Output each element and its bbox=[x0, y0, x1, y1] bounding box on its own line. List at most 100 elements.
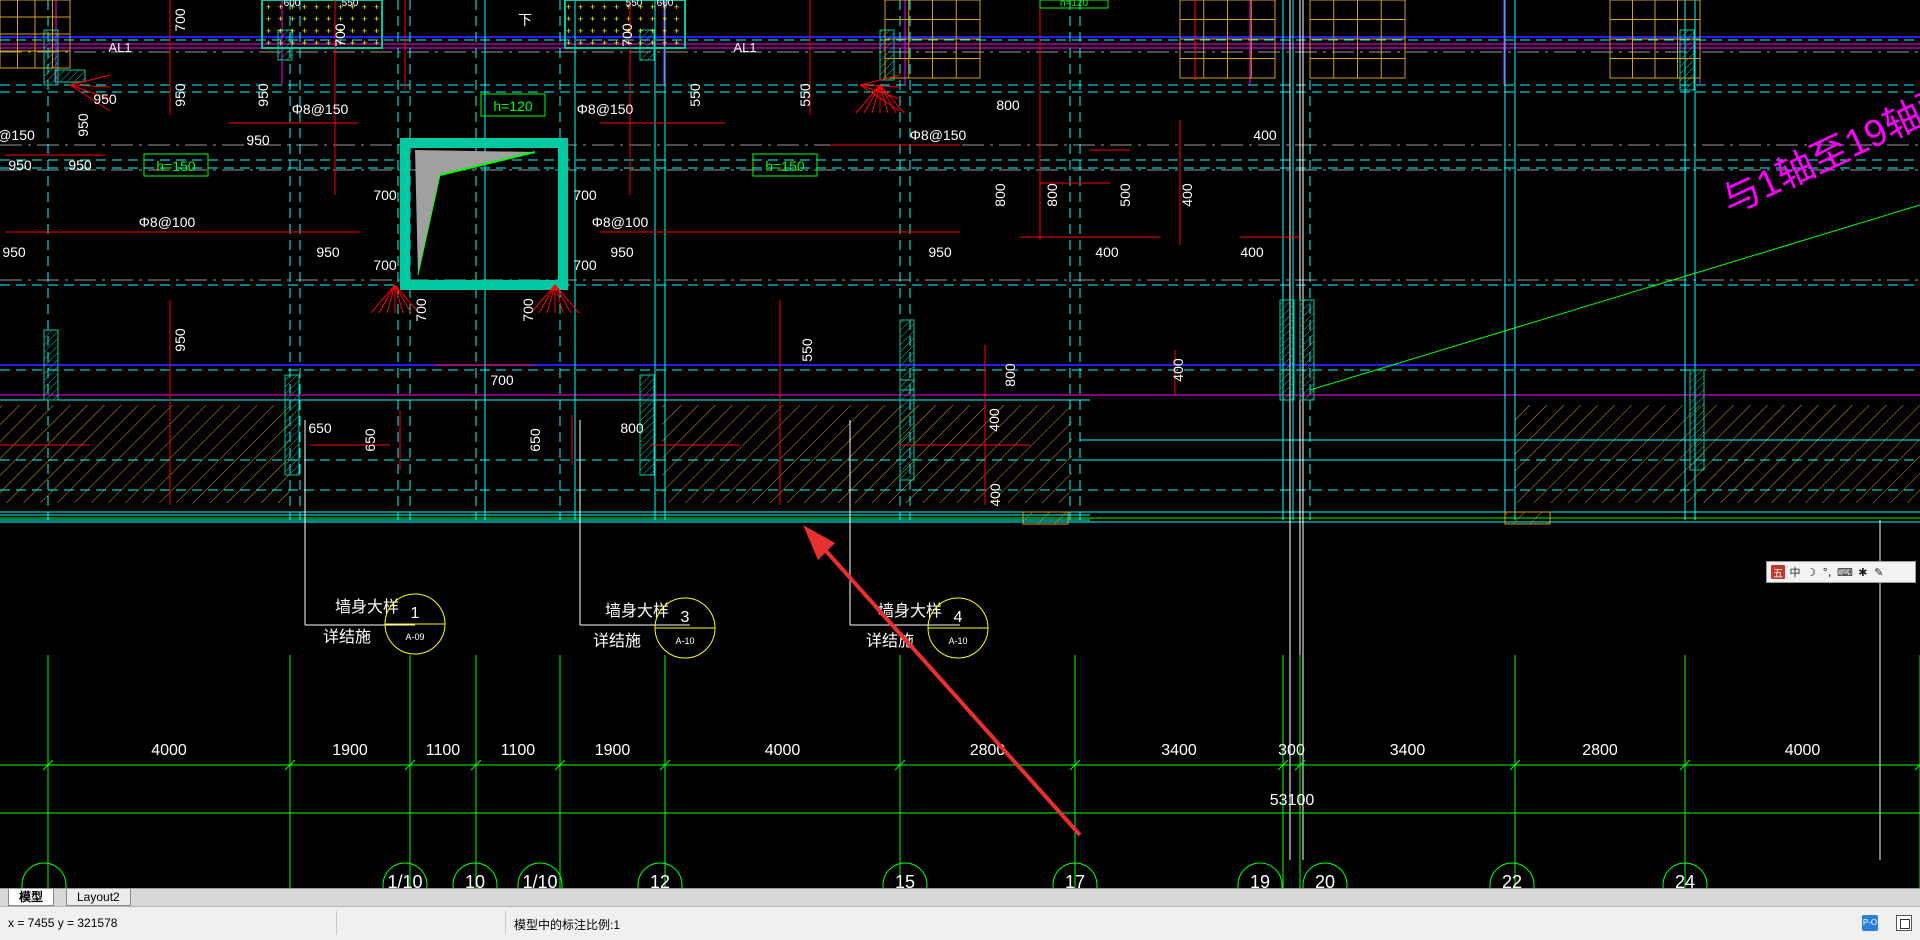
axis-dimension-text: 1100 bbox=[426, 742, 461, 759]
callout-sub-label: 详结施 bbox=[323, 628, 371, 646]
top-label: 550 bbox=[626, 0, 643, 9]
dimension-text: 950 bbox=[172, 328, 188, 352]
dimension-text: 650 bbox=[362, 428, 378, 452]
shear-wall bbox=[1689, 369, 1705, 471]
shear-wall bbox=[1299, 299, 1315, 401]
shear-wall bbox=[284, 374, 300, 476]
dimension-text: 550 bbox=[797, 83, 813, 107]
dimension-text: 500 bbox=[1117, 183, 1133, 207]
dimension-text: 550 bbox=[799, 338, 815, 362]
dimension-text: 700 bbox=[413, 298, 429, 322]
slab-thickness-label: h=120 bbox=[493, 98, 533, 114]
rebar-label: Φ8@150 bbox=[292, 101, 349, 117]
status-bar: x = 7455 y = 321578 模型中的标注比例:1 P-O bbox=[0, 906, 1920, 940]
elevator-fill bbox=[415, 150, 535, 275]
annotation-text: 与1轴至19轴配筋 bbox=[1716, 62, 1920, 223]
dimension-text: 400 bbox=[1170, 358, 1186, 382]
dimension-text: 700 bbox=[373, 257, 397, 273]
slab-thickness-label: h=150 bbox=[765, 158, 805, 174]
tab-layout2[interactable]: Layout2 bbox=[66, 889, 131, 906]
status-toggle-button[interactable]: P-O bbox=[1862, 915, 1878, 931]
top-label: 600 bbox=[657, 0, 674, 9]
dimension-text: 400 bbox=[987, 483, 1003, 507]
axis-dimension-text: 4000 bbox=[1785, 742, 1821, 759]
red-arrow-shaft bbox=[808, 531, 1082, 837]
shear-wall bbox=[899, 319, 915, 391]
axis-dimension-text: 1100 bbox=[501, 742, 536, 759]
dimension-text: 950 bbox=[2, 244, 26, 260]
shear-wall bbox=[43, 329, 59, 401]
callout-sheet: A-09 bbox=[405, 632, 424, 642]
callout-sub-label: 详结施 bbox=[593, 632, 641, 650]
dimension-text: 950 bbox=[928, 244, 952, 260]
dimension-text: 800 bbox=[620, 420, 644, 436]
axis-dimension-text: 2800 bbox=[1582, 742, 1618, 759]
dimension-text: 800 bbox=[1044, 183, 1060, 207]
dimension-text: 700 bbox=[172, 8, 188, 32]
dimension-text: 400 bbox=[1253, 127, 1277, 143]
small-hatch bbox=[1504, 511, 1551, 525]
rebar-label: Φ8@100 bbox=[139, 214, 196, 230]
hatched-area bbox=[662, 405, 1072, 503]
moon-icon[interactable]: ☽ bbox=[1805, 564, 1817, 580]
callout-label: 墙身大样 bbox=[605, 602, 669, 620]
dimension-text: 700 bbox=[490, 372, 514, 388]
layout-tabs: 模型 Layout2 bbox=[0, 888, 1920, 907]
dimension-text: 950 bbox=[316, 244, 340, 260]
dimension-text: 950 bbox=[610, 244, 634, 260]
axis-dimension-text: 300 bbox=[1278, 742, 1305, 759]
hatched-area bbox=[0, 405, 290, 503]
status-divider bbox=[336, 911, 337, 935]
top-label: 600 bbox=[284, 0, 301, 9]
cad-drawing[interactable]: +950950950950950950950950950950950950550… bbox=[0, 0, 1920, 892]
dimension-text: 800 bbox=[996, 97, 1020, 113]
stair-label: 下 bbox=[518, 12, 532, 28]
rebar-label: Φ8@150 bbox=[910, 127, 967, 143]
hatched-area bbox=[1515, 405, 1920, 503]
settings-icon[interactable]: ✱ bbox=[1857, 564, 1869, 580]
ime-toolbar[interactable]: 五 中 ☽ °, ⌨ ✱ ✎ bbox=[1766, 561, 1916, 583]
dimension-text: 950 bbox=[172, 83, 188, 107]
dotted-block bbox=[261, 0, 383, 49]
slab-thickness-label: h=120 bbox=[1060, 0, 1089, 9]
axis-dimension-text: 1900 bbox=[595, 742, 631, 759]
callout-label: 墙身大样 bbox=[335, 598, 399, 616]
dimension-text: 800 bbox=[1002, 363, 1018, 387]
dimension-text: 700 bbox=[332, 23, 348, 47]
rebar-label: Φ8@150 bbox=[577, 101, 634, 117]
wrench-icon[interactable]: ✎ bbox=[1873, 564, 1885, 580]
dimension-text: 550 bbox=[687, 83, 703, 107]
slab-thickness-label: h=150 bbox=[156, 158, 196, 174]
axis-dimension-text: 4000 bbox=[151, 742, 187, 759]
dimension-text: 950 bbox=[8, 157, 32, 173]
dimension-text: 650 bbox=[308, 420, 332, 436]
dimension-text: 400 bbox=[1179, 183, 1195, 207]
shear-wall bbox=[899, 379, 915, 481]
diagonal-line bbox=[1309, 204, 1920, 391]
top-label: 550 bbox=[342, 0, 359, 9]
callout-sheet: A-10 bbox=[948, 636, 967, 646]
ime-mode-toggle[interactable]: 中 bbox=[1789, 564, 1801, 580]
dimension-text: 700 bbox=[573, 257, 597, 273]
dimension-text: 950 bbox=[93, 91, 117, 107]
dimension-text: 950 bbox=[68, 157, 92, 173]
dimension-text: 650 bbox=[527, 428, 543, 452]
drawing-canvas[interactable]: +950950950950950950950950950950950950550… bbox=[0, 0, 1920, 892]
keyboard-icon[interactable]: ⌨ bbox=[1837, 564, 1853, 580]
shear-wall bbox=[879, 29, 895, 81]
dimension-text: 950 bbox=[246, 132, 270, 148]
beam-label: AL1 bbox=[108, 40, 131, 55]
axis-dimension-text: 1900 bbox=[332, 742, 368, 759]
dimension-text: 700 bbox=[619, 23, 635, 47]
axis-dimension-text: 4000 bbox=[765, 742, 801, 759]
dimension-text: 400 bbox=[986, 408, 1002, 432]
shear-wall bbox=[1279, 299, 1295, 401]
small-hatch bbox=[1022, 511, 1069, 525]
dimension-text: 950 bbox=[255, 83, 271, 107]
punctuation-icon[interactable]: °, bbox=[1821, 564, 1833, 580]
dimension-text: 700 bbox=[373, 187, 397, 203]
tab-model[interactable]: 模型 bbox=[8, 889, 55, 906]
fullscreen-icon[interactable] bbox=[1896, 915, 1912, 931]
dimension-text: 700 bbox=[573, 187, 597, 203]
ime-logo-icon[interactable]: 五 bbox=[1771, 565, 1785, 580]
